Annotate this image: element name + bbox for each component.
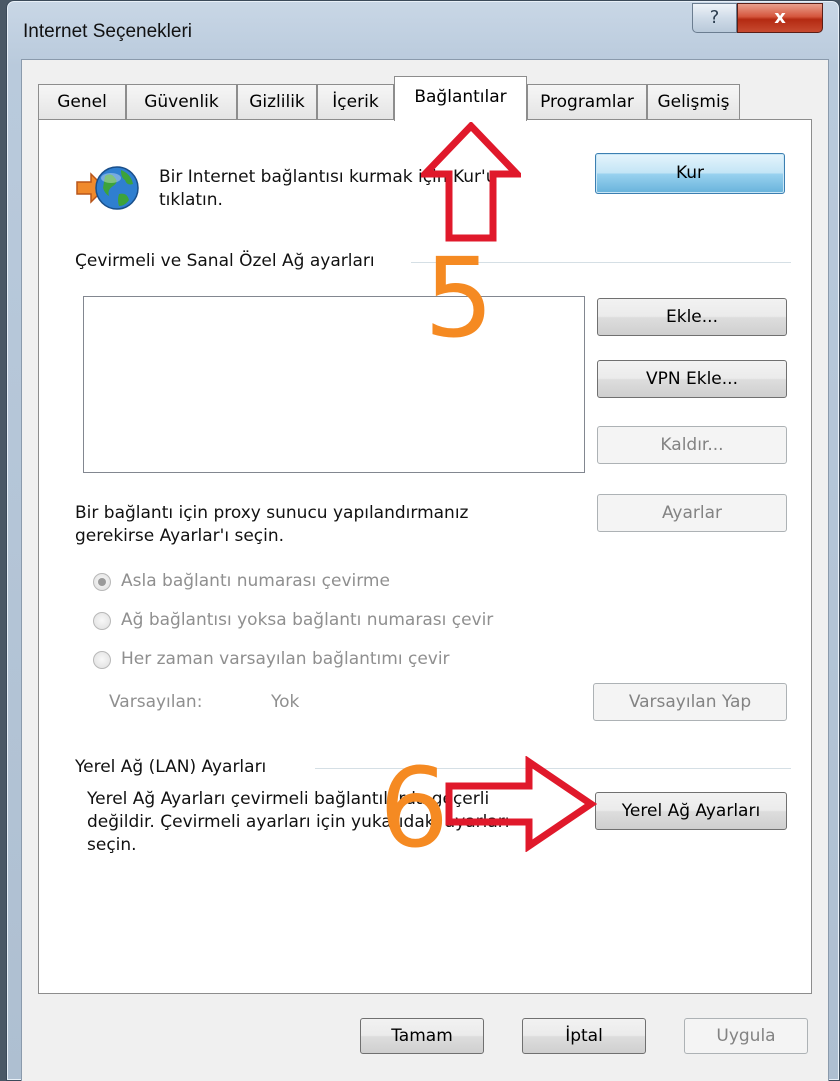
dialup-group-label: Çevirmeli ve Sanal Özel Ağ ayarları: [75, 251, 375, 271]
radio-never-dial-label: Asla bağlantı numarası çevirme: [121, 571, 390, 591]
setup-description-line2: tıklatın.: [159, 190, 223, 210]
setup-button[interactable]: Kur: [595, 153, 785, 194]
tab-programs[interactable]: Programlar: [527, 84, 647, 120]
lan-settings-button[interactable]: Yerel Ağ Ayarları: [595, 792, 787, 830]
internet-options-window: Internet Seçenekleri ? x Genel Güvenlik …: [6, 0, 840, 1081]
radio-dial-when-no-network-label: Ağ bağlantısı yoksa bağlantı numarası çe…: [121, 610, 494, 630]
set-default-button[interactable]: Varsayılan Yap: [593, 683, 787, 721]
tab-privacy[interactable]: Gizlilik: [237, 84, 317, 120]
network-globe-icon: [76, 166, 139, 210]
apply-button[interactable]: Uygula: [684, 1018, 808, 1054]
title-bar[interactable]: Internet Seçenekleri ? x: [7, 1, 839, 61]
connections-listbox[interactable]: [83, 296, 585, 473]
add-vpn-button[interactable]: VPN Ekle...: [597, 360, 787, 398]
window-title: Internet Seçenekleri: [23, 21, 192, 42]
arrow-right-annotation: [445, 756, 597, 852]
default-connection-label: Varsayılan:: [109, 692, 203, 712]
ok-button[interactable]: Tamam: [360, 1018, 484, 1054]
dialup-settings-button[interactable]: Ayarlar: [597, 494, 787, 532]
radio-always-dial-default[interactable]: [93, 651, 111, 669]
step-6-label: 6: [379, 744, 449, 872]
tab-security[interactable]: Güvenlik: [126, 84, 237, 120]
lan-group-label: Yerel Ağ (LAN) Ayarları: [75, 757, 267, 777]
radio-always-dial-default-label: Her zaman varsayılan bağlantımı çevir: [121, 649, 450, 669]
lan-text-line3: seçin.: [87, 835, 137, 855]
tab-connections[interactable]: Bağlantılar: [394, 76, 527, 121]
dialog-client-area: Genel Güvenlik Gizlilik İçerik Bağlantıl…: [21, 59, 829, 1081]
add-connection-button[interactable]: Ekle...: [597, 298, 787, 336]
proxy-text-line1: Bir bağlantı için proxy sunucu yapılandı…: [75, 503, 469, 523]
arrow-up-annotation: [421, 122, 521, 242]
help-button[interactable]: ?: [692, 3, 737, 33]
radio-dial-when-no-network[interactable]: [93, 612, 111, 630]
tab-general[interactable]: Genel: [38, 84, 126, 120]
cancel-button[interactable]: İptal: [522, 1018, 646, 1054]
radio-never-dial[interactable]: [93, 573, 111, 591]
default-connection-value: Yok: [271, 692, 300, 712]
step-5-label: 5: [424, 234, 494, 362]
proxy-text-line2: gerekirse Ayarlar'ı seçin.: [75, 526, 285, 546]
tab-content[interactable]: İçerik: [317, 84, 394, 120]
close-button[interactable]: x: [737, 3, 823, 33]
tab-advanced[interactable]: Gelişmiş: [647, 84, 740, 120]
connections-panel: Bir Internet bağlantısı kurmak için Kur'…: [38, 119, 812, 994]
remove-connection-button[interactable]: Kaldır...: [597, 426, 787, 464]
